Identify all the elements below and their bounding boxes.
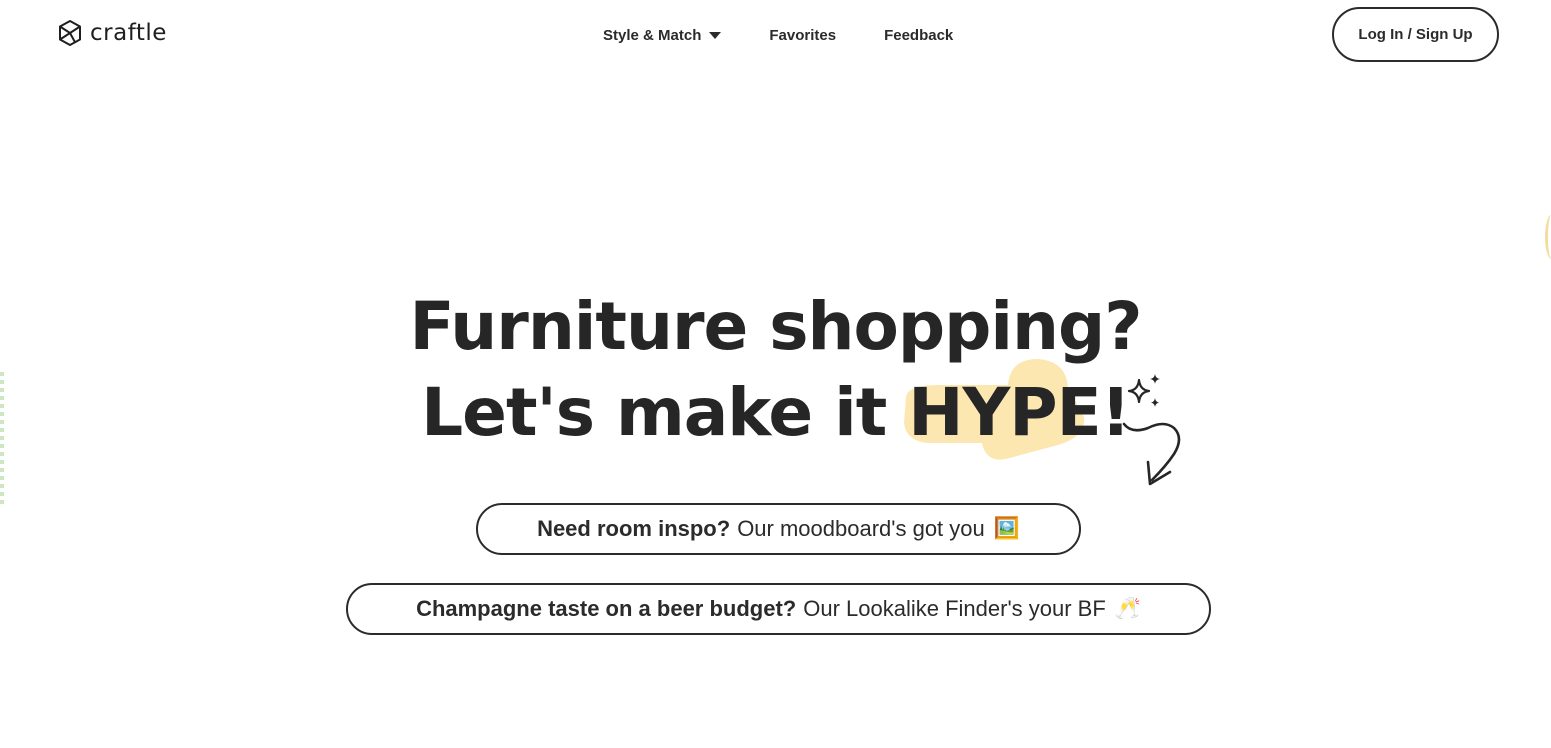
lookalike-cta-text: Our Lookalike Finder's your BF xyxy=(803,596,1106,621)
nav-style-match-dropdown[interactable]: Style & Match xyxy=(603,26,722,44)
hero-headline-prefix: Let's make it xyxy=(421,374,909,451)
lookalike-finder-cta-button[interactable]: Champagne taste on a beer budget? Our Lo… xyxy=(346,583,1211,635)
hero-headline-line1: Furniture shopping? xyxy=(409,288,1142,365)
caret-down-icon xyxy=(709,31,722,39)
moodboard-cta-button[interactable]: Need room inspo? Our moodboard's got you… xyxy=(476,503,1081,555)
cube-logo-icon xyxy=(58,19,82,47)
sparkles-icon xyxy=(1127,374,1160,407)
page: craftle Style & Match Favorites Feedback… xyxy=(0,0,1551,748)
curly-arrow-icon xyxy=(1122,422,1181,486)
main-nav: Style & Match Favorites Feedback xyxy=(603,24,953,46)
framed-picture-icon: 🖼️ xyxy=(993,517,1020,540)
login-signup-button[interactable]: Log In / Sign Up xyxy=(1332,7,1499,62)
hero-headline-line2: Let's make it HYPE! xyxy=(0,370,1551,456)
nav-feedback-link[interactable]: Feedback xyxy=(884,27,953,44)
brand-logo[interactable]: craftle xyxy=(58,17,167,49)
brand-name: craftle xyxy=(90,20,167,46)
champagne-glasses-icon: 🥂 xyxy=(1114,597,1141,620)
lookalike-cta-bold: Champagne taste on a beer budget? xyxy=(416,596,797,621)
nav-style-match-label: Style & Match xyxy=(603,26,702,44)
arc-edge-decoration xyxy=(1545,215,1551,259)
moodboard-cta-bold: Need room inspo? xyxy=(537,516,731,541)
hero-headline: Furniture shopping? Let's make it HYPE! xyxy=(0,284,1551,456)
hero-headline-highlight: HYPE! xyxy=(908,374,1131,451)
nav-favorites-link[interactable]: Favorites xyxy=(769,27,836,44)
moodboard-cta-text: Our moodboard's got you xyxy=(737,516,985,541)
